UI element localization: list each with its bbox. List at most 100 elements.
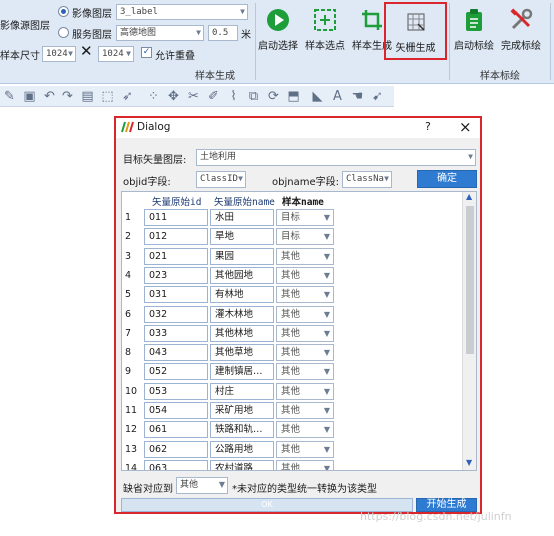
allow-overlap-checkbox[interactable]: ✓ (141, 47, 152, 58)
cell-orig-name[interactable]: 农村道路 (210, 459, 274, 470)
target-layer-label: 目标矢量图层: (123, 155, 187, 166)
hand-icon[interactable]: ☚ (350, 89, 365, 104)
cell-orig-name[interactable]: 有林地 (210, 286, 274, 304)
move-vertex-icon[interactable]: ✥ (166, 89, 181, 104)
select-icon[interactable]: ⬚ (100, 89, 115, 104)
objname-select[interactable]: ClassNa ▼ (342, 171, 392, 188)
help-button[interactable]: ? (425, 120, 431, 133)
cell-orig-name[interactable]: 果园 (210, 247, 274, 265)
image-layer-select[interactable]: 3_label ▼ (116, 4, 248, 20)
sample-height-select[interactable]: 1024 ▼ (98, 46, 134, 62)
table-row: 10 053 村庄 其他 ▼ (122, 382, 462, 401)
scroll-down-icon[interactable]: ▼ (466, 458, 472, 467)
cell-orig-name[interactable]: 铁路和轨… (210, 421, 274, 439)
cell-orig-id[interactable]: 061 (144, 421, 208, 439)
sample-name-select[interactable]: 目标 ▼ (276, 228, 334, 246)
table-row: 6 032 灌木林地 其他 ▼ (122, 305, 462, 324)
start-label-button[interactable]: 启动标绘 (451, 7, 497, 52)
cell-orig-id[interactable]: 012 (144, 228, 208, 246)
chevron-down-icon: ▼ (218, 480, 225, 489)
split-icon[interactable]: ⌇ (226, 89, 241, 104)
cell-orig-name[interactable]: 公路用地 (210, 440, 274, 458)
cell-orig-name[interactable]: 其他林地 (210, 324, 274, 342)
cell-orig-id[interactable]: 023 (144, 266, 208, 284)
sample-name-select[interactable]: 其他 ▼ (276, 440, 334, 458)
cell-orig-id[interactable]: 033 (144, 324, 208, 342)
sample-name-select[interactable]: 其他 ▼ (276, 402, 334, 419)
table-row: 7 033 其他林地 其他 ▼ (122, 324, 462, 343)
unit-label: 米 (241, 30, 251, 41)
objname-value: ClassNa (346, 174, 384, 184)
target-layer-select[interactable]: 土地利用 ▼ (196, 149, 476, 166)
default-mapping-select[interactable]: 其他 ▼ (176, 477, 228, 494)
cell-orig-id[interactable]: 052 (144, 363, 208, 381)
sample-name-select[interactable]: 其他 ▼ (276, 421, 334, 439)
sample-name-select[interactable]: 其他 ▼ (276, 247, 334, 265)
sample-name-select[interactable]: 其他 ▼ (276, 266, 334, 284)
cell-orig-name[interactable]: 其他园地 (210, 266, 274, 284)
cell-orig-id[interactable]: 032 (144, 305, 208, 323)
cell-orig-id[interactable]: 021 (144, 247, 208, 265)
finish-label-button[interactable]: 完成标绘 (498, 7, 544, 52)
sample-name-select[interactable]: 其他 ▼ (276, 344, 334, 362)
cell-orig-name[interactable]: 采矿用地 (210, 402, 274, 419)
sample-name-select[interactable]: 其他 ▼ (276, 363, 334, 381)
ribbon-separator (449, 3, 450, 80)
cell-orig-id[interactable]: 031 (144, 286, 208, 304)
sample-name-select[interactable]: 其他 ▼ (276, 324, 334, 342)
save-icon[interactable]: ▣ (22, 89, 37, 104)
confirm-button[interactable]: 确定 (417, 170, 477, 188)
objid-select[interactable]: ClassID ▼ (196, 171, 246, 188)
sample-width-select[interactable]: 1024 ▼ (42, 46, 76, 62)
scrollbar-thumb[interactable] (466, 206, 474, 354)
row-number: 12 (125, 424, 138, 436)
sample-name-select[interactable]: 其他 ▼ (276, 459, 334, 470)
vertex-icon[interactable]: ⁘ (146, 89, 161, 104)
cell-orig-name[interactable]: 水田 (210, 209, 274, 226)
table-icon[interactable]: ▤ (80, 89, 95, 104)
sample-name-select[interactable]: 其他 ▼ (276, 382, 334, 400)
cell-orig-id[interactable]: 062 (144, 440, 208, 458)
service-layer-select[interactable]: 高德地图 ▼ (116, 25, 204, 41)
cell-orig-name[interactable]: 其他草地 (210, 344, 274, 362)
cell-orig-name[interactable]: 灌木林地 (210, 305, 274, 323)
close-button[interactable]: × (459, 118, 472, 136)
scroll-up-icon[interactable]: ▲ (466, 192, 472, 201)
reshape-icon[interactable]: ✐ (206, 89, 221, 104)
edit-icon[interactable]: ✎ (2, 89, 17, 104)
cell-orig-id[interactable]: 053 (144, 382, 208, 400)
pointer-icon[interactable]: ➶ (120, 89, 135, 104)
arrow-icon[interactable]: ➹ (370, 89, 385, 104)
cell-orig-name[interactable]: 建制镇居… (210, 363, 274, 381)
sample-name-select[interactable]: 其他 ▼ (276, 286, 334, 304)
sample-name-select[interactable]: 其他 ▼ (276, 305, 334, 323)
radio-service-layer[interactable] (58, 27, 69, 38)
cell-orig-name[interactable]: 村庄 (210, 382, 274, 400)
rotate-icon[interactable]: ⟳ (266, 89, 281, 104)
cell-orig-id[interactable]: 063 (144, 459, 208, 470)
text-icon[interactable]: A (330, 89, 345, 104)
cell-orig-id[interactable]: 011 (144, 209, 208, 226)
chevron-down-icon: ▼ (196, 28, 201, 37)
cut-icon[interactable]: ✂ (186, 89, 201, 104)
sample-name-select[interactable]: 目标 ▼ (276, 209, 334, 226)
sample-points-button[interactable]: 样本选点 (302, 7, 348, 52)
vertical-scrollbar[interactable]: ▲ ▼ (462, 192, 476, 470)
cell-orig-id[interactable]: 043 (144, 344, 208, 362)
radio-image-layer[interactable] (58, 6, 69, 17)
opacity-spinner[interactable]: 0.5 (208, 25, 238, 41)
start-select-label: 启动选择 (258, 41, 298, 52)
start-select-button[interactable]: 启动选择 (256, 7, 300, 52)
redo-icon[interactable]: ↷ (60, 89, 75, 104)
cell-orig-name[interactable]: 旱地 (210, 228, 274, 246)
row-number: 6 (125, 308, 132, 320)
merge-icon[interactable]: ⧉ (246, 89, 261, 104)
vector-grid-button[interactable]: 矢栅生成 (384, 2, 447, 60)
cell-orig-id[interactable]: 054 (144, 402, 208, 419)
triangle-icon[interactable]: ◣ (310, 89, 325, 104)
header-sample-name: 样本name (282, 197, 324, 208)
table-row: 3 021 果园 其他 ▼ (122, 247, 462, 266)
frame-icon[interactable]: ⬒ (286, 89, 301, 104)
undo-icon[interactable]: ↶ (42, 89, 57, 104)
chevron-down-icon: ▼ (126, 49, 131, 58)
